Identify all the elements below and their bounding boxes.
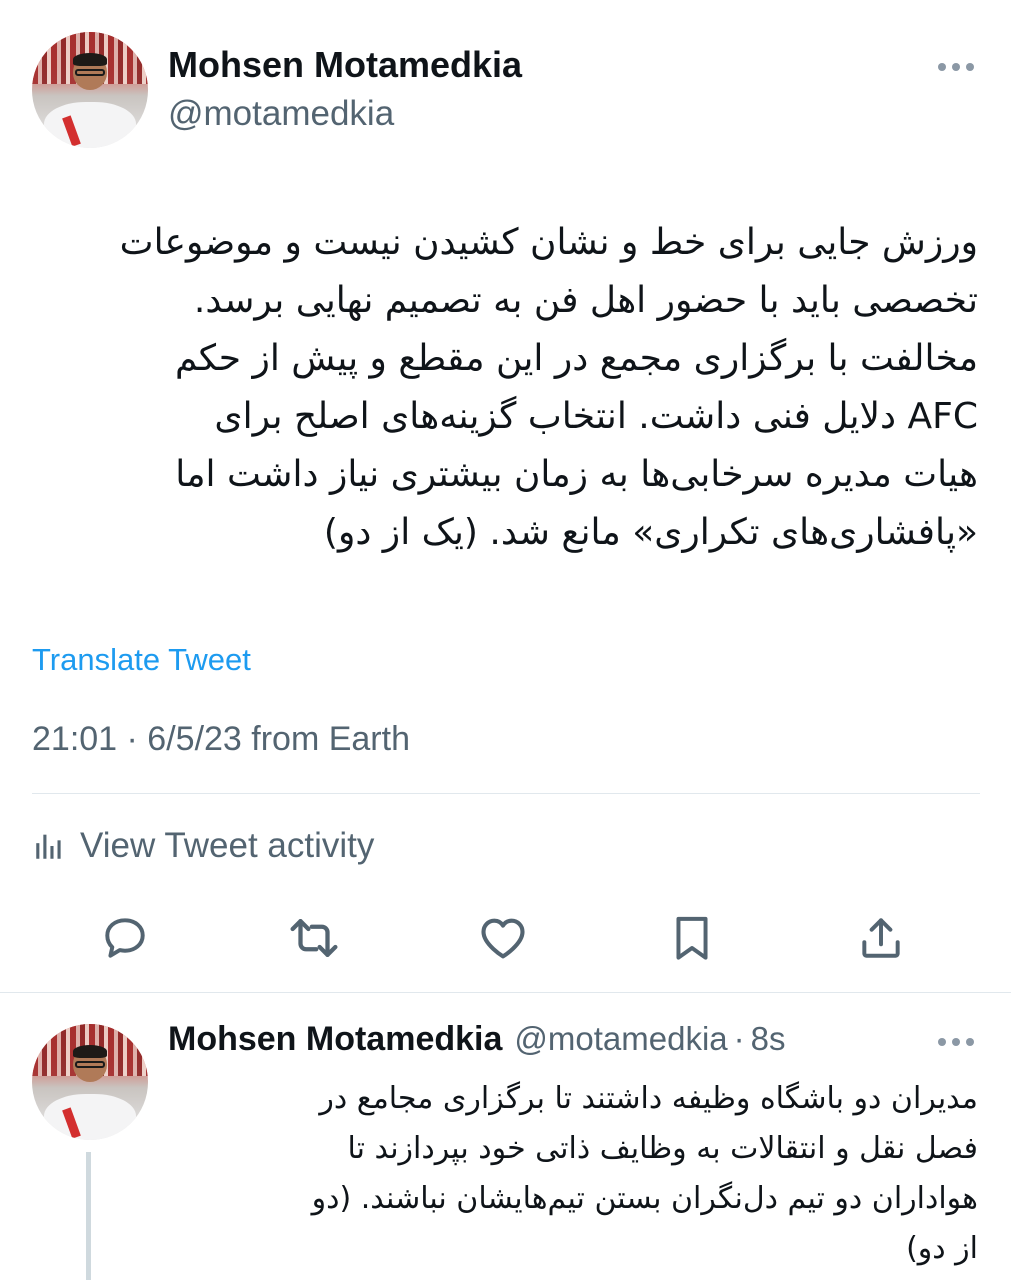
reply-icon xyxy=(105,918,145,958)
reply-author-handle[interactable]: @motamedkia xyxy=(514,1020,727,1058)
reply-time[interactable]: 8s xyxy=(751,1020,786,1058)
tweet-timestamp[interactable]: 21:01 · 6/5/23 from Earth xyxy=(32,720,410,759)
tweet-text-line: مخالفت با برگزاری مجمع در این مقطع و پیش… xyxy=(174,338,978,379)
view-tweet-activity[interactable]: View Tweet activity xyxy=(32,826,374,866)
thread-connector xyxy=(86,1152,91,1280)
reply-text: مدیران دو باشگاه وظیفه داشتند تا برگزاری… xyxy=(168,1074,978,1274)
avatar-glasses xyxy=(74,1061,106,1069)
author-avatar[interactable] xyxy=(32,32,148,148)
retweet-button[interactable] xyxy=(284,908,344,968)
dot xyxy=(966,63,974,71)
separator-dot: · xyxy=(733,1020,745,1057)
reply-header: Mohsen Motamedkia @motamedkia · 8s xyxy=(168,1020,786,1059)
share-icon xyxy=(862,918,900,958)
tweet-text: ورزش جایی برای خط و نشان کشیدن نیست و مو… xyxy=(30,214,978,562)
author-handle[interactable]: @motamedkia xyxy=(168,94,394,134)
tweet-text-line: هیات مدیره سرخابی‌ها به زمان بیشتری نیاز… xyxy=(175,454,978,495)
avatar-body xyxy=(43,1093,137,1140)
retweet-icon xyxy=(290,918,338,958)
bookmark-icon xyxy=(676,916,708,960)
tweet-text-line: «پافشاری‌های تکراری» مانع شد. (یک از دو) xyxy=(323,512,978,553)
share-button[interactable] xyxy=(851,908,911,968)
divider xyxy=(32,793,980,794)
reply-author-display-name[interactable]: Mohsen Motamedkia xyxy=(168,1020,502,1059)
reply-author-avatar[interactable] xyxy=(32,1024,148,1140)
dot xyxy=(938,63,946,71)
author-display-name[interactable]: Mohsen Motamedkia xyxy=(168,44,522,86)
divider xyxy=(0,992,1011,993)
action-bar xyxy=(0,908,1011,968)
tweet-text-line: AFC دلایل فنی داشت. انتخاب گزینه‌های اصل… xyxy=(214,396,978,437)
tweet-text-line: ورزش جایی برای خط و نشان کشیدن نیست و مو… xyxy=(119,222,978,263)
heart-icon xyxy=(481,918,525,959)
dot xyxy=(938,1038,946,1046)
avatar-glasses xyxy=(74,69,106,77)
reply-more-options-icon[interactable] xyxy=(938,1038,974,1046)
tweet-text-line: تخصصی باید با حضور اهل فن به تصمیم نهایی… xyxy=(193,280,978,321)
dot xyxy=(952,63,960,71)
reply-text-line: هواداران دو تیم دل‌نگران بستن تیم‌هایشان… xyxy=(311,1181,978,1216)
reply-text-line: از دو) xyxy=(906,1231,978,1266)
avatar-hair xyxy=(72,52,108,66)
avatar-hair xyxy=(72,1044,108,1058)
more-options-icon[interactable] xyxy=(938,63,974,71)
avatar-body xyxy=(43,101,137,148)
reply-button[interactable] xyxy=(95,908,155,968)
activity-label: View Tweet activity xyxy=(80,826,375,865)
bookmark-button[interactable] xyxy=(662,908,722,968)
reply-text-line: مدیران دو باشگاه وظیفه داشتند تا برگزاری… xyxy=(319,1081,978,1116)
analytics-icon xyxy=(36,834,61,859)
dot xyxy=(966,1038,974,1046)
translate-tweet-link[interactable]: Translate Tweet xyxy=(32,642,251,678)
reply-text-line: فصل نقل و انتقالات به وظایف ذاتی خود بپر… xyxy=(347,1131,978,1166)
dot xyxy=(952,1038,960,1046)
like-button[interactable] xyxy=(473,908,533,968)
